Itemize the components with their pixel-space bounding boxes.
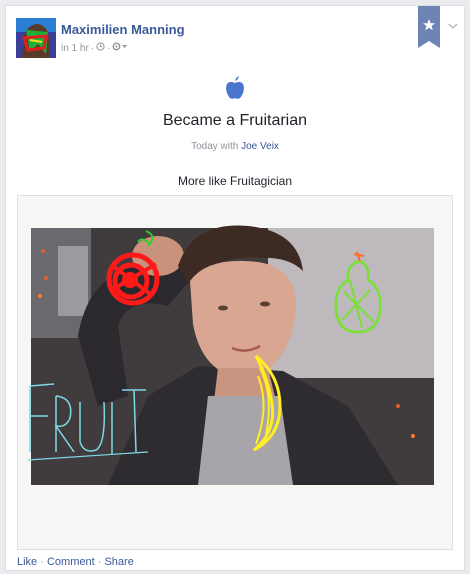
- post-actions: Like · Comment · Share: [17, 556, 134, 568]
- post-time[interactable]: in 1 hr: [61, 43, 89, 54]
- author-name[interactable]: Maximilien Manning: [61, 22, 185, 37]
- avatar[interactable]: [16, 18, 56, 58]
- action-separator-2: ·: [97, 556, 102, 568]
- life-event-subtitle: Today with Joe Veix: [6, 141, 464, 152]
- action-separator: ·: [40, 556, 44, 568]
- comment-link[interactable]: Comment: [47, 556, 95, 568]
- meta-separator: ·: [90, 42, 95, 54]
- post-meta: in 1 hr · ·: [61, 42, 128, 54]
- post-card: Maximilien Manning in 1 hr · · Became a …: [5, 5, 465, 571]
- photo-image: [18, 196, 452, 549]
- star-ribbon-button[interactable]: [418, 6, 440, 48]
- share-link[interactable]: Share: [104, 556, 133, 568]
- meta-separator-2: ·: [107, 42, 111, 54]
- post-caption: More like Fruitagician: [177, 174, 293, 188]
- life-event-title: Became a Fruitarian: [162, 112, 308, 129]
- apple-icon: [225, 76, 245, 100]
- post-photo[interactable]: [17, 195, 453, 550]
- clock-icon: [96, 42, 105, 54]
- chevron-down-icon[interactable]: [447, 18, 459, 29]
- tagged-person-link[interactable]: Joe Veix: [241, 141, 279, 152]
- like-link[interactable]: Like: [17, 556, 37, 568]
- privacy-settings-icon[interactable]: [112, 42, 128, 54]
- life-event-date: Today with: [191, 141, 239, 152]
